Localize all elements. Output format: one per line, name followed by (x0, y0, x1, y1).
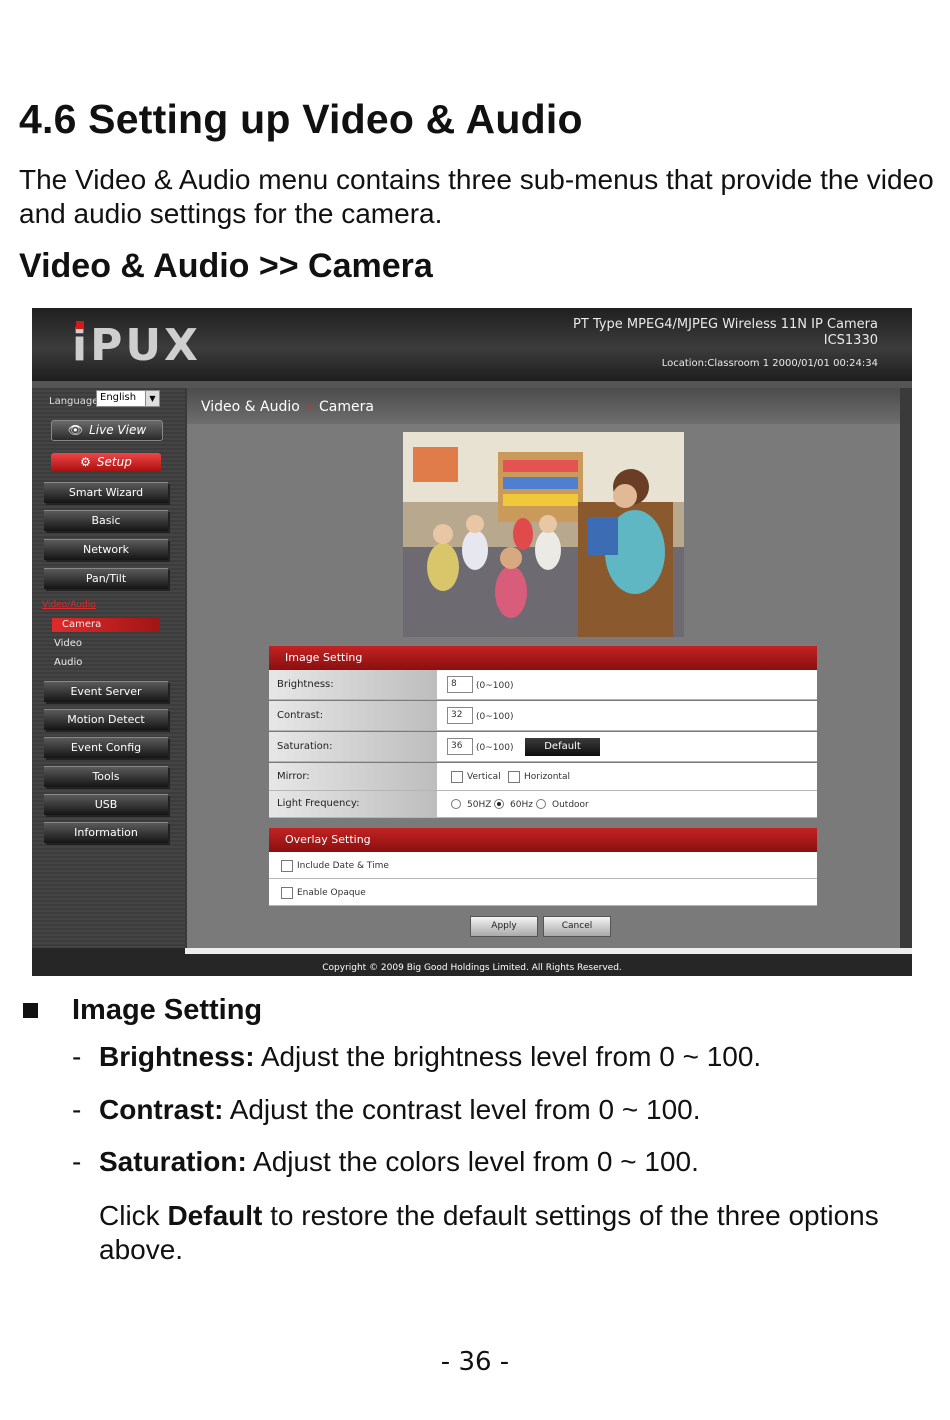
light-outdoor-label: Outdoor (552, 800, 589, 810)
default-button[interactable]: Default (525, 738, 600, 756)
light-outdoor-radio[interactable] (536, 799, 546, 809)
model-number: ICS1330 (823, 333, 878, 348)
main-content: Video & Audio › Camera Image Setting Bri… (187, 388, 900, 948)
footer-divider (185, 948, 912, 954)
light-60hz-radio[interactable] (494, 799, 504, 809)
note-pre: Click (99, 1200, 168, 1231)
contrast-input[interactable]: 32 (447, 707, 473, 724)
nav-video-audio-link[interactable]: Video/Audio (42, 600, 96, 610)
desc-brightness: Adjust the brightness level from 0 ~ 100… (254, 1041, 762, 1072)
term-contrast: Contrast: (99, 1094, 224, 1125)
camera-web-ui-screenshot: iPUX PT Type MPEG4/MJPEG Wireless 11N IP… (32, 308, 912, 976)
overlay-setting-header: Overlay Setting (269, 828, 817, 852)
ipux-logo: iPUX (72, 320, 201, 371)
mirror-label: Mirror: (269, 763, 437, 790)
note-default: Default (167, 1200, 263, 1231)
light-50hz-label: 50HZ (467, 800, 492, 810)
desc-contrast: Adjust the contrast level from 0 ~ 100. (223, 1094, 701, 1125)
language-value: English (100, 392, 137, 403)
image-setting-header: Image Setting (269, 646, 817, 670)
nav-network[interactable]: Network (44, 539, 168, 560)
sidebar (32, 388, 185, 948)
intro-paragraph: The Video & Audio menu contains three su… (19, 164, 934, 229)
list-dash: - (72, 1146, 82, 1177)
mirror-horizontal-checkbox[interactable] (508, 771, 520, 783)
nav-motion-detect[interactable]: Motion Detect (44, 709, 168, 730)
brightness-input[interactable]: 8 (447, 676, 473, 693)
eye-icon: 👁 (67, 423, 84, 437)
camera-preview-image (403, 432, 684, 637)
section-heading: 4.6 Setting up Video & Audio (19, 96, 583, 142)
apply-button[interactable]: Apply (470, 916, 538, 937)
location-datetime: Location:Classroom 1 2000/01/01 00:24:34 (661, 358, 878, 369)
mirror-vertical-checkbox[interactable] (451, 771, 463, 783)
nav-information[interactable]: Information (44, 822, 168, 843)
mirror-vertical-label: Vertical (467, 772, 501, 782)
include-date-checkbox[interactable] (281, 860, 293, 872)
brightness-row: Brightness: 8 (0~100) (269, 670, 817, 700)
saturation-controls: 36 (0~100) Default (439, 732, 739, 761)
mirror-horizontal-label: Horizontal (524, 772, 570, 782)
live-view-button[interactable]: 👁 Live View (51, 420, 163, 441)
setup-button[interactable]: ⚙ Setup (51, 453, 161, 472)
list-dash: - (72, 1041, 82, 1072)
subnav-camera[interactable]: Camera (52, 618, 160, 632)
overlay-opaque-row: Enable Opaque (269, 879, 817, 906)
contrast-range: (0~100) (476, 712, 514, 722)
nav-smart-wizard[interactable]: Smart Wizard (44, 482, 168, 503)
nav-pan-tilt[interactable]: Pan/Tilt (44, 568, 168, 589)
language-select[interactable]: English ▼ (96, 390, 160, 407)
light-60hz-label: 60Hz (510, 800, 533, 810)
live-view-label: Live View (89, 423, 147, 437)
saturation-range: (0~100) (476, 743, 514, 753)
nav-event-server[interactable]: Event Server (44, 681, 168, 702)
nav-usb[interactable]: USB (44, 794, 168, 815)
saturation-label: Saturation: (269, 732, 437, 761)
cancel-button[interactable]: Cancel (543, 916, 611, 937)
gear-icon: ⚙ (80, 455, 91, 469)
chevron-down-icon: ▼ (145, 391, 159, 406)
bullet-square-icon (23, 1003, 38, 1018)
breadcrumb-separator: › (306, 399, 312, 415)
header-bar: iPUX PT Type MPEG4/MJPEG Wireless 11N IP… (32, 308, 912, 381)
setup-label: Setup (96, 455, 132, 469)
image-setting-title: Image Setting (72, 994, 263, 1026)
page-number: - 36 - (440, 1347, 510, 1377)
header-strip (32, 381, 912, 388)
brightness-range: (0~100) (476, 681, 514, 691)
subsection-heading: Video & Audio >> Camera (19, 247, 433, 285)
subnav-audio[interactable]: Audio (54, 657, 82, 668)
subnav-video[interactable]: Video (54, 638, 82, 649)
breadcrumb: Video & Audio › Camera (187, 388, 900, 424)
nav-event-config[interactable]: Event Config (44, 737, 168, 758)
mirror-controls: Vertical Horizontal (439, 763, 739, 792)
product-name: PT Type MPEG4/MJPEG Wireless 11N IP Came… (573, 317, 878, 332)
language-label: Language (49, 396, 99, 407)
list-dash: - (72, 1094, 82, 1125)
desc-saturation: Adjust the colors level from 0 ~ 100. (246, 1146, 699, 1177)
breadcrumb-current: Camera (319, 399, 374, 415)
saturation-input[interactable]: 36 (447, 738, 473, 755)
include-date-label: Include Date & Time (297, 861, 389, 871)
enable-opaque-label: Enable Opaque (297, 888, 366, 898)
light-frequency-row: Light Frequency: 50HZ 60Hz Outdoor (269, 791, 817, 818)
default-note: Click Default to restore the default set… (99, 1199, 939, 1267)
nav-basic[interactable]: Basic (44, 510, 168, 531)
term-brightness: Brightness: (99, 1041, 255, 1072)
enable-opaque-checkbox[interactable] (281, 887, 293, 899)
nav-tools[interactable]: Tools (44, 766, 168, 787)
light-50hz-radio[interactable] (451, 799, 461, 809)
breadcrumb-parent: Video & Audio (201, 399, 300, 415)
light-frequency-label: Light Frequency: (269, 791, 437, 817)
contrast-label: Contrast: (269, 701, 437, 730)
brightness-label: Brightness: (269, 670, 437, 699)
saturation-row: Saturation: 36 (0~100) Default (269, 732, 817, 762)
overlay-date-row: Include Date & Time (269, 852, 817, 879)
light-frequency-controls: 50HZ 60Hz Outdoor (439, 791, 739, 820)
contrast-row: Contrast: 32 (0~100) (269, 701, 817, 731)
mirror-row: Mirror: Vertical Horizontal (269, 763, 817, 791)
term-saturation: Saturation: (99, 1146, 247, 1177)
logo-red-dot (76, 321, 84, 329)
